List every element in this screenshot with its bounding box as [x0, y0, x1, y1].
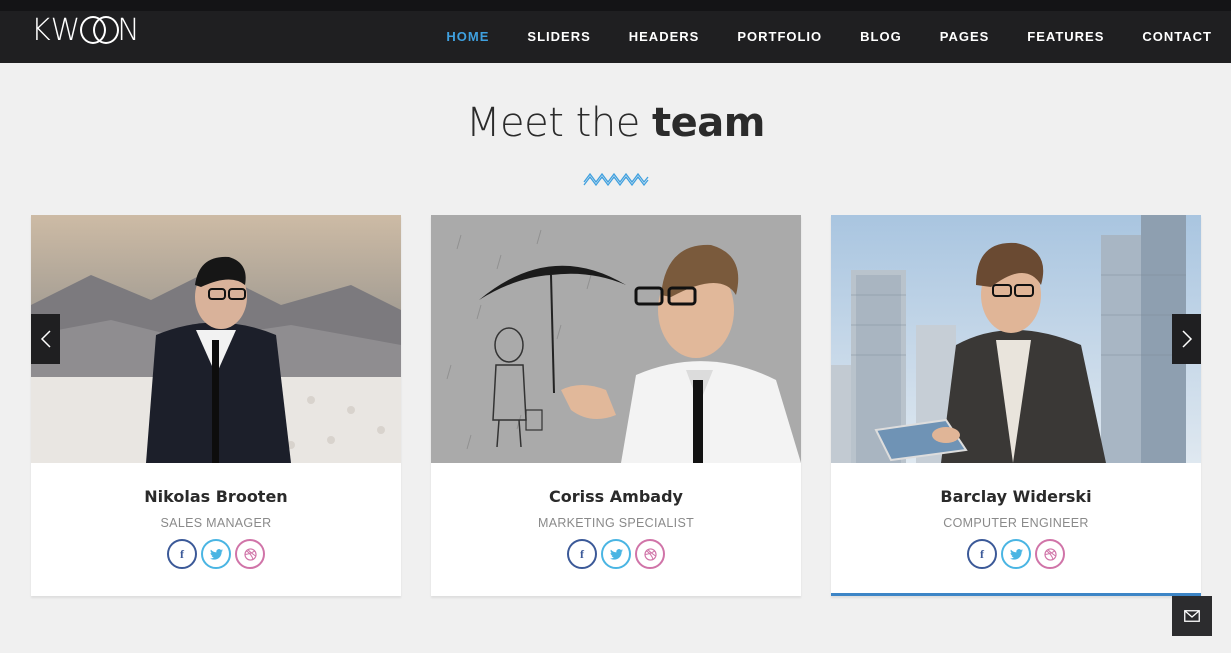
envelope-icon — [1184, 610, 1200, 622]
social-links: f — [31, 539, 401, 569]
facebook-icon[interactable]: f — [167, 539, 197, 569]
section-title: Meet the team — [0, 100, 1231, 146]
chevron-left-icon — [40, 330, 51, 348]
social-links: f — [831, 539, 1201, 569]
nav-sliders[interactable]: SLIDERS — [508, 19, 609, 55]
team-member-name: Nikolas Brooten — [144, 487, 288, 506]
team-member-role: SALES MANAGER — [160, 516, 272, 530]
zigzag-divider-icon — [583, 172, 649, 186]
twitter-icon[interactable] — [1001, 539, 1031, 569]
nav-features[interactable]: FEATURES — [1008, 19, 1123, 55]
section-title-light: Meet the — [466, 100, 640, 146]
team-card: Barclay Widerski COMPUTER ENGINEER f — [831, 215, 1201, 596]
team-member-role: MARKETING SPECIALIST — [537, 516, 695, 530]
contact-mail-button[interactable] — [1172, 596, 1212, 636]
team-card: Coriss Ambady MARKETING SPECIALIST f — [431, 215, 801, 596]
twitter-icon[interactable] — [201, 539, 231, 569]
team-member-name: Barclay Widerski — [940, 487, 1092, 506]
nav-home[interactable]: HOME — [427, 19, 508, 55]
team-member-photo — [431, 215, 801, 463]
dribbble-icon[interactable] — [235, 539, 265, 569]
chevron-right-icon — [1181, 330, 1192, 348]
top-navbar: KW N HOME SLIDERS HEADERS PORTFOLIO BLOG … — [0, 0, 1231, 63]
carousel-prev-button[interactable] — [31, 314, 60, 364]
team-card: Nikolas Brooten SALES MANAGER f — [31, 215, 401, 596]
facebook-icon[interactable]: f — [967, 539, 997, 569]
section-title-bold: team — [652, 100, 765, 146]
team-member-photo — [831, 215, 1201, 463]
carousel-next-button[interactable] — [1172, 314, 1201, 364]
twitter-icon[interactable] — [601, 539, 631, 569]
nav-contact[interactable]: CONTACT — [1123, 19, 1231, 55]
nav-blog[interactable]: BLOG — [841, 19, 921, 55]
main-nav: HOME SLIDERS HEADERS PORTFOLIO BLOG PAGE… — [427, 11, 1231, 63]
team-member-role: COMPUTER ENGINEER — [943, 516, 1089, 530]
team-member-photo — [31, 215, 401, 463]
dribbble-icon[interactable] — [635, 539, 665, 569]
social-links: f — [431, 539, 801, 569]
nav-headers[interactable]: HEADERS — [610, 19, 719, 55]
team-member-name: Coriss Ambady — [549, 487, 683, 506]
nav-portfolio[interactable]: PORTFOLIO — [718, 19, 841, 55]
facebook-icon[interactable]: f — [567, 539, 597, 569]
nav-pages[interactable]: PAGES — [921, 19, 1009, 55]
kwoon-logo[interactable]: KW N — [31, 13, 141, 48]
dribbble-icon[interactable] — [1035, 539, 1065, 569]
